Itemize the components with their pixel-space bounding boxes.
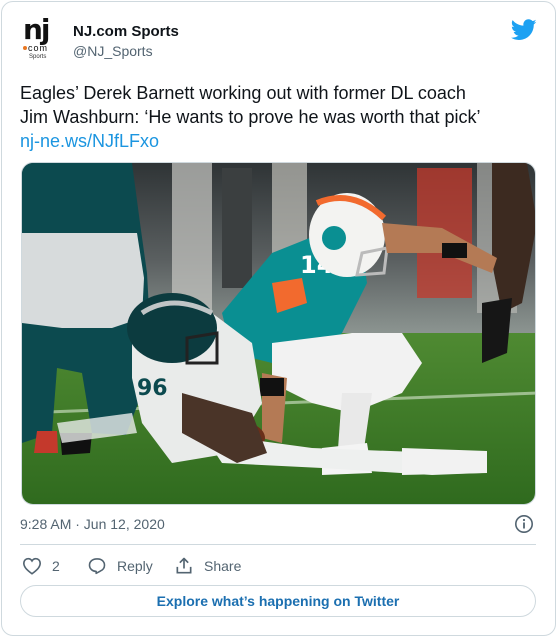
share-button[interactable]: Share [174, 556, 241, 576]
like-count: 2 [52, 558, 60, 574]
logo-sports: Sports [29, 54, 47, 60]
explore-button[interactable]: Explore what’s happening on Twitter [20, 585, 536, 617]
info-icon[interactable] [514, 514, 534, 534]
tweet-text-line-1: Eagles’ Derek Barnett working out with f… [20, 83, 466, 103]
divider [20, 544, 536, 545]
logo-sub: com [28, 43, 49, 53]
twitter-bird-icon[interactable] [511, 19, 537, 41]
logo-dot [23, 46, 27, 50]
reply-label: Reply [117, 558, 153, 574]
display-name[interactable]: NJ.com Sports [73, 23, 179, 40]
avatar[interactable]: nj com Sports [19, 15, 65, 61]
reply-icon [88, 558, 106, 575]
share-label: Share [204, 558, 242, 574]
tweet-text: Eagles’ Derek Barnett working out with f… [20, 81, 540, 153]
football-photo: 14 96 [22, 163, 535, 504]
tweet-timestamp[interactable]: 9:28 AM · Jun 12, 2020 [20, 516, 165, 532]
tweet-link[interactable]: nj-ne.ws/NJfLFxo [20, 129, 540, 153]
share-icon [176, 557, 192, 574]
tweet-photo[interactable]: 14 96 [21, 162, 536, 505]
reply-button[interactable]: Reply [87, 556, 153, 576]
like-button[interactable]: 2 [22, 556, 60, 576]
tweet-text-line-2: Jim Washburn: ‘He wants to prove he was … [20, 107, 481, 127]
logo-text: nj [23, 13, 50, 46]
heart-icon [22, 557, 42, 575]
defender-jersey-number: 96 [137, 376, 168, 401]
account-handle[interactable]: @NJ_Sports [73, 43, 153, 59]
